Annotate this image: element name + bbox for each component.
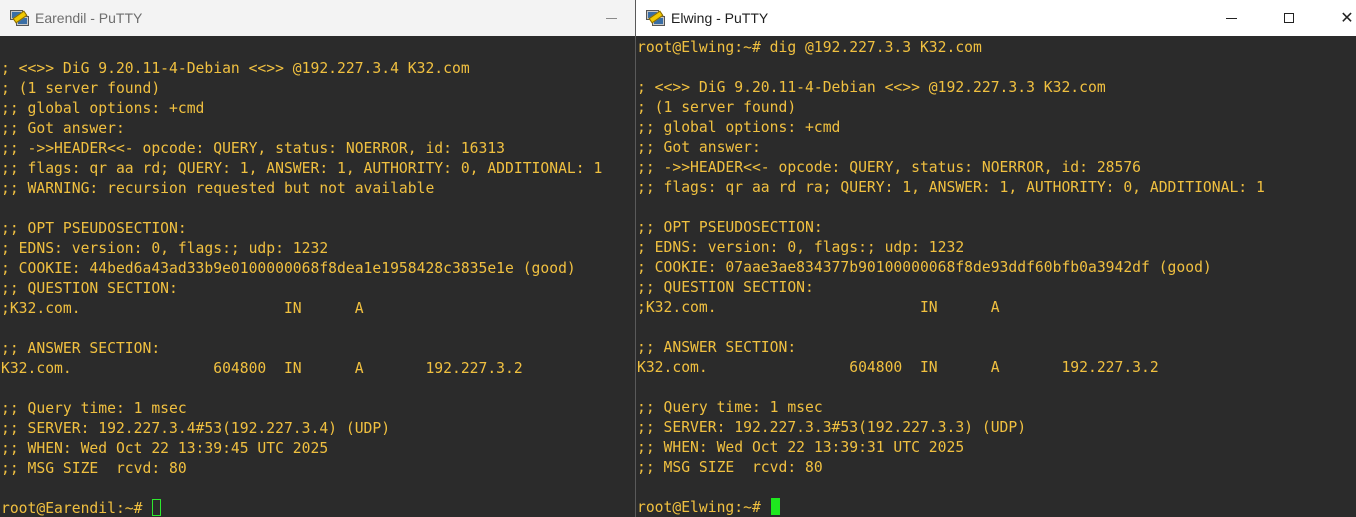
shell-prompt: root@Elwing:~#	[637, 499, 770, 516]
minimize-icon	[1225, 17, 1237, 19]
terminal-line: ;; flags: qr aa rd; QUERY: 1, ANSWER: 1,…	[1, 160, 603, 177]
terminal-line: ;; Got answer:	[1, 120, 125, 137]
terminal-line: ;; SERVER: 192.227.3.3#53(192.227.3.3) (…	[637, 419, 1027, 436]
terminal-line: ;; QUESTION SECTION:	[1, 280, 178, 297]
terminal-line: ;; ANSWER SECTION:	[1, 340, 161, 357]
terminal-line: ;; Query time: 1 msec	[637, 399, 823, 416]
terminal-line: ;; ->>HEADER<<- opcode: QUERY, status: N…	[1, 140, 506, 157]
terminal-line: ;; ANSWER SECTION:	[637, 339, 797, 356]
terminal-line: ;; OPT PSEUDOSECTION:	[637, 219, 823, 236]
terminal-area[interactable]: root@Elwing:~# dig @192.227.3.3 K32.com;…	[637, 38, 1356, 517]
window-title: Earendil - PuTTY	[35, 10, 143, 26]
putty-icon[interactable]	[645, 8, 665, 28]
terminal-line: ;; global options: +cmd	[1, 100, 205, 117]
prompt-line[interactable]: root@Earendil:~#	[1, 499, 636, 517]
shell-prompt: root@Earendil:~#	[1, 500, 152, 517]
terminal-line: ;; WHEN: Wed Oct 22 13:39:45 UTC 2025	[1, 440, 329, 457]
terminal-area[interactable]: ; <<>> DiG 9.20.11-4-Debian <<>> @192.22…	[1, 39, 636, 517]
prompt-line[interactable]: root@Elwing:~#	[637, 498, 1356, 517]
title-bar[interactable]: Earendil - PuTTY	[0, 0, 636, 36]
terminal-line: K32.com. 604800 IN A 192.227.3.2	[637, 359, 1159, 376]
close-icon: ✕	[1340, 8, 1354, 27]
minimize-button[interactable]	[588, 0, 634, 36]
terminal-line: ; EDNS: version: 0, flags:; udp: 1232	[1, 240, 329, 257]
terminal-line: ; (1 server found)	[1, 80, 161, 97]
putty-icon[interactable]	[9, 8, 29, 28]
terminal-line: ;; MSG SIZE rcvd: 80	[637, 459, 823, 476]
text-cursor	[152, 499, 162, 516]
terminal-line: ; (1 server found)	[637, 99, 797, 116]
terminal-line: ; <<>> DiG 9.20.11-4-Debian <<>> @192.22…	[637, 79, 1106, 96]
terminal-line: ;; QUESTION SECTION:	[637, 279, 814, 296]
maximize-icon	[1284, 13, 1294, 23]
terminal-line: K32.com. 604800 IN A 192.227.3.2	[1, 360, 523, 377]
terminal-line: ; COOKIE: 07aae3ae834377b90100000068f8de…	[637, 259, 1212, 276]
terminal-line: ;; Got answer:	[637, 139, 761, 156]
terminal-line: ; <<>> DiG 9.20.11-4-Debian <<>> @192.22…	[1, 60, 470, 77]
terminal-line: ;; MSG SIZE rcvd: 80	[1, 460, 187, 477]
terminal-line: ;; WHEN: Wed Oct 22 13:39:31 UTC 2025	[637, 439, 965, 456]
terminal-line: root@Elwing:~# dig @192.227.3.3 K32.com	[637, 39, 982, 56]
minimize-button[interactable]	[1208, 0, 1254, 36]
terminal-line: ;K32.com. IN A	[637, 299, 1000, 316]
maximize-button[interactable]	[1266, 0, 1312, 36]
terminal-line: ; COOKIE: 44bed6a43ad33b9e0100000068f8de…	[1, 260, 576, 277]
terminal-line: ;; global options: +cmd	[637, 119, 841, 136]
terminal-line: ;; Query time: 1 msec	[1, 400, 187, 417]
text-cursor	[770, 498, 780, 515]
terminal-line: ; EDNS: version: 0, flags:; udp: 1232	[637, 239, 965, 256]
close-button[interactable]: ✕	[1324, 0, 1356, 36]
terminal-line: ;; OPT PSEUDOSECTION:	[1, 220, 187, 237]
window-title: Elwing - PuTTY	[671, 10, 769, 26]
putty-window-elwing[interactable]: Elwing - PuTTY root@Elwing:~# dig @192.2…	[635, 0, 1356, 517]
terminal-line: ;; ->>HEADER<<- opcode: QUERY, status: N…	[637, 159, 1142, 176]
terminal-line: ;; WARNING: recursion requested but not …	[1, 180, 435, 197]
terminal-line: ;; flags: qr aa rd ra; QUERY: 1, ANSWER:…	[637, 179, 1265, 196]
minimize-icon	[605, 17, 617, 19]
putty-window-earendil[interactable]: Earendil - PuTTY ; <<>> DiG 9.20.11-4-De…	[0, 0, 636, 517]
terminal-line: ;; SERVER: 192.227.3.4#53(192.227.3.4) (…	[1, 420, 391, 437]
terminal-line: ;K32.com. IN A	[1, 300, 364, 317]
